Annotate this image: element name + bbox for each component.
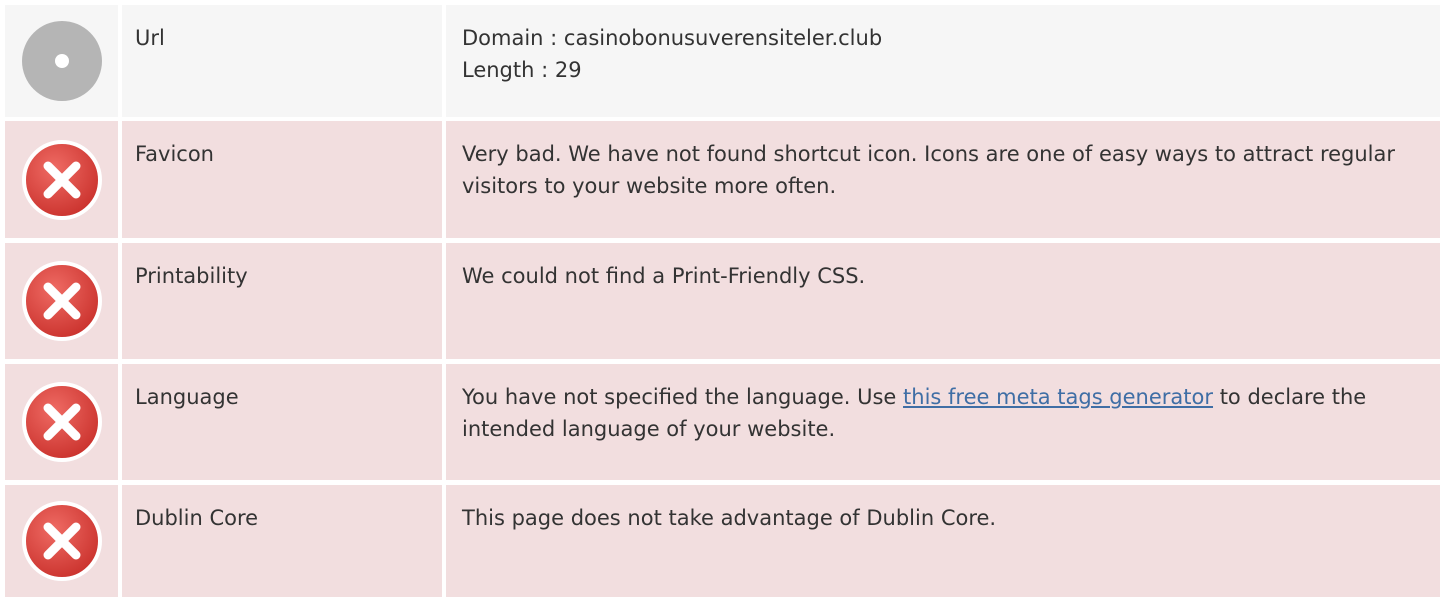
row-label: Language (122, 364, 442, 480)
error-x-icon (20, 138, 104, 222)
report-row-language: Language You have not specified the lang… (0, 364, 1445, 480)
status-cell (5, 121, 118, 238)
row-label: Favicon (122, 121, 442, 238)
report-row-printability: Printability We could not find a Print-F… (0, 243, 1445, 359)
error-x-icon (20, 380, 104, 464)
row-description: You have not specified the language. Use… (446, 364, 1440, 480)
row-description: Domain : casinobonusuverensiteler.club L… (446, 5, 1440, 117)
error-x-icon (20, 259, 104, 343)
row-label: Url (122, 5, 442, 117)
status-cell (5, 5, 118, 117)
neutral-circle-icon (20, 19, 104, 103)
row-description: We could not find a Print-Friendly CSS. (446, 243, 1440, 359)
url-length-text: Length : 29 (462, 58, 582, 82)
row-description: This page does not take advantage of Dub… (446, 485, 1440, 597)
meta-tags-generator-link[interactable]: this free meta tags generator (903, 385, 1213, 409)
report-row-url: Url Domain : casinobonusuverensiteler.cl… (0, 5, 1445, 117)
url-domain-text: Domain : casinobonusuverensiteler.club (462, 26, 883, 50)
language-text-before: You have not specified the language. Use (462, 385, 904, 409)
report-row-dublin-core: Dublin Core This page does not take adva… (0, 485, 1445, 597)
status-cell (5, 364, 118, 480)
row-label: Dublin Core (122, 485, 442, 597)
row-label: Printability (122, 243, 442, 359)
status-cell (5, 485, 118, 597)
report-row-favicon: Favicon Very bad. We have not found shor… (0, 121, 1445, 238)
error-x-icon (20, 499, 104, 583)
status-cell (5, 243, 118, 359)
seo-report-table: Url Domain : casinobonusuverensiteler.cl… (0, 0, 1445, 597)
row-description: Very bad. We have not found shortcut ico… (446, 121, 1440, 238)
